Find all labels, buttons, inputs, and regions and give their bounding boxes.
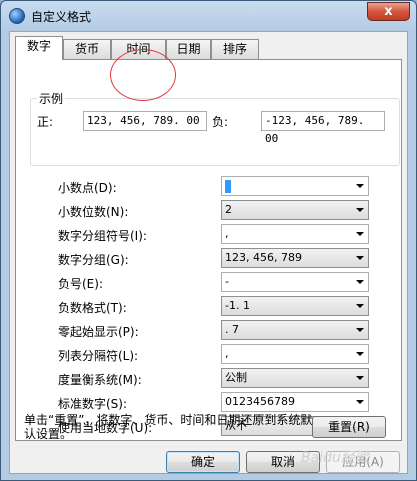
chevron-down-icon <box>356 256 364 260</box>
chevron-down-icon <box>356 232 364 236</box>
example-group-label: 示例 <box>37 90 66 107</box>
negative-format-combo[interactable]: -1. 1 <box>221 296 369 316</box>
standard-digits-label: 标准数字(S): <box>58 397 128 411</box>
decimal-symbol-label: 小数点(D): <box>58 181 117 195</box>
chevron-down-icon <box>356 208 364 212</box>
negative-format-label: 负数格式(T): <box>58 301 127 315</box>
reset-button[interactable]: 重置(R) <box>312 416 386 438</box>
tab-sorting[interactable]: 排序 <box>211 39 259 59</box>
positive-label: 正: <box>37 115 54 129</box>
negative-sign-label: 负号(E): <box>58 277 103 291</box>
negative-label: 负: <box>212 115 229 129</box>
tab-number[interactable]: 数字 <box>15 36 63 60</box>
region-globe-icon <box>9 8 25 24</box>
reset-note-text: 单击“重置”，将数字、货币、时间和日期还原到系统默认设置。 <box>24 413 313 441</box>
title-bar[interactable]: 自定义格式 x <box>1 1 416 31</box>
decimal-digits-label: 小数位数(N): <box>58 205 129 219</box>
chevron-down-icon <box>356 376 364 380</box>
grouping-symbol-label: 数字分组符号(I): <box>58 229 147 243</box>
watermark: Baidu经验 <box>301 450 369 466</box>
chevron-down-icon <box>356 280 364 284</box>
leading-zero-combo[interactable]: . 7 <box>221 320 369 340</box>
digit-grouping-combo[interactable]: 123, 456, 789 <box>221 248 369 268</box>
chevron-down-icon <box>356 352 364 356</box>
standard-digits-combo[interactable]: 0123456789 <box>221 392 369 412</box>
dialog-window: 自定义格式 x 数字 货币 时间 日期 排序 示例 正: 123, 456, 7… <box>0 0 417 481</box>
negative-sign-combo[interactable]: - <box>221 272 369 292</box>
chevron-down-icon <box>356 184 364 188</box>
number-tab-panel: 示例 正: 123, 456, 789. 00 负: -123, 456, 78… <box>15 59 402 441</box>
digit-grouping-label: 数字分组(G): <box>58 253 129 267</box>
tab-time[interactable]: 时间 <box>111 39 166 59</box>
grouping-symbol-combo[interactable]: , <box>221 224 369 244</box>
tab-currency[interactable]: 货币 <box>63 39 111 59</box>
chevron-down-icon <box>356 328 364 332</box>
positive-example-field: 123, 456, 789. 00 <box>83 111 207 131</box>
chevron-down-icon <box>356 400 364 404</box>
decimal-digits-combo[interactable]: 2 <box>221 200 369 220</box>
list-separator-combo[interactable]: , <box>221 344 369 364</box>
text-cursor-selection <box>225 179 231 193</box>
measurement-system-combo[interactable]: 公制 <box>221 368 369 388</box>
measurement-system-label: 度量衡系统(M): <box>58 373 142 387</box>
tab-date[interactable]: 日期 <box>166 39 211 59</box>
ok-button[interactable]: 确定 <box>166 451 240 473</box>
chevron-down-icon <box>356 304 364 308</box>
decimal-symbol-combo[interactable] <box>221 176 369 196</box>
dialog-client: 数字 货币 时间 日期 排序 示例 正: 123, 456, 789. 00 负… <box>9 31 408 474</box>
window-title: 自定义格式 <box>31 10 92 24</box>
example-group: 示例 正: 123, 456, 789. 00 负: -123, 456, 78… <box>30 90 400 166</box>
leading-zero-label: 零起始显示(P): <box>58 325 139 339</box>
negative-example-field: -123, 456, 789. 00 <box>261 111 385 145</box>
close-button[interactable]: x <box>367 2 410 21</box>
list-separator-label: 列表分隔符(L): <box>58 349 139 363</box>
